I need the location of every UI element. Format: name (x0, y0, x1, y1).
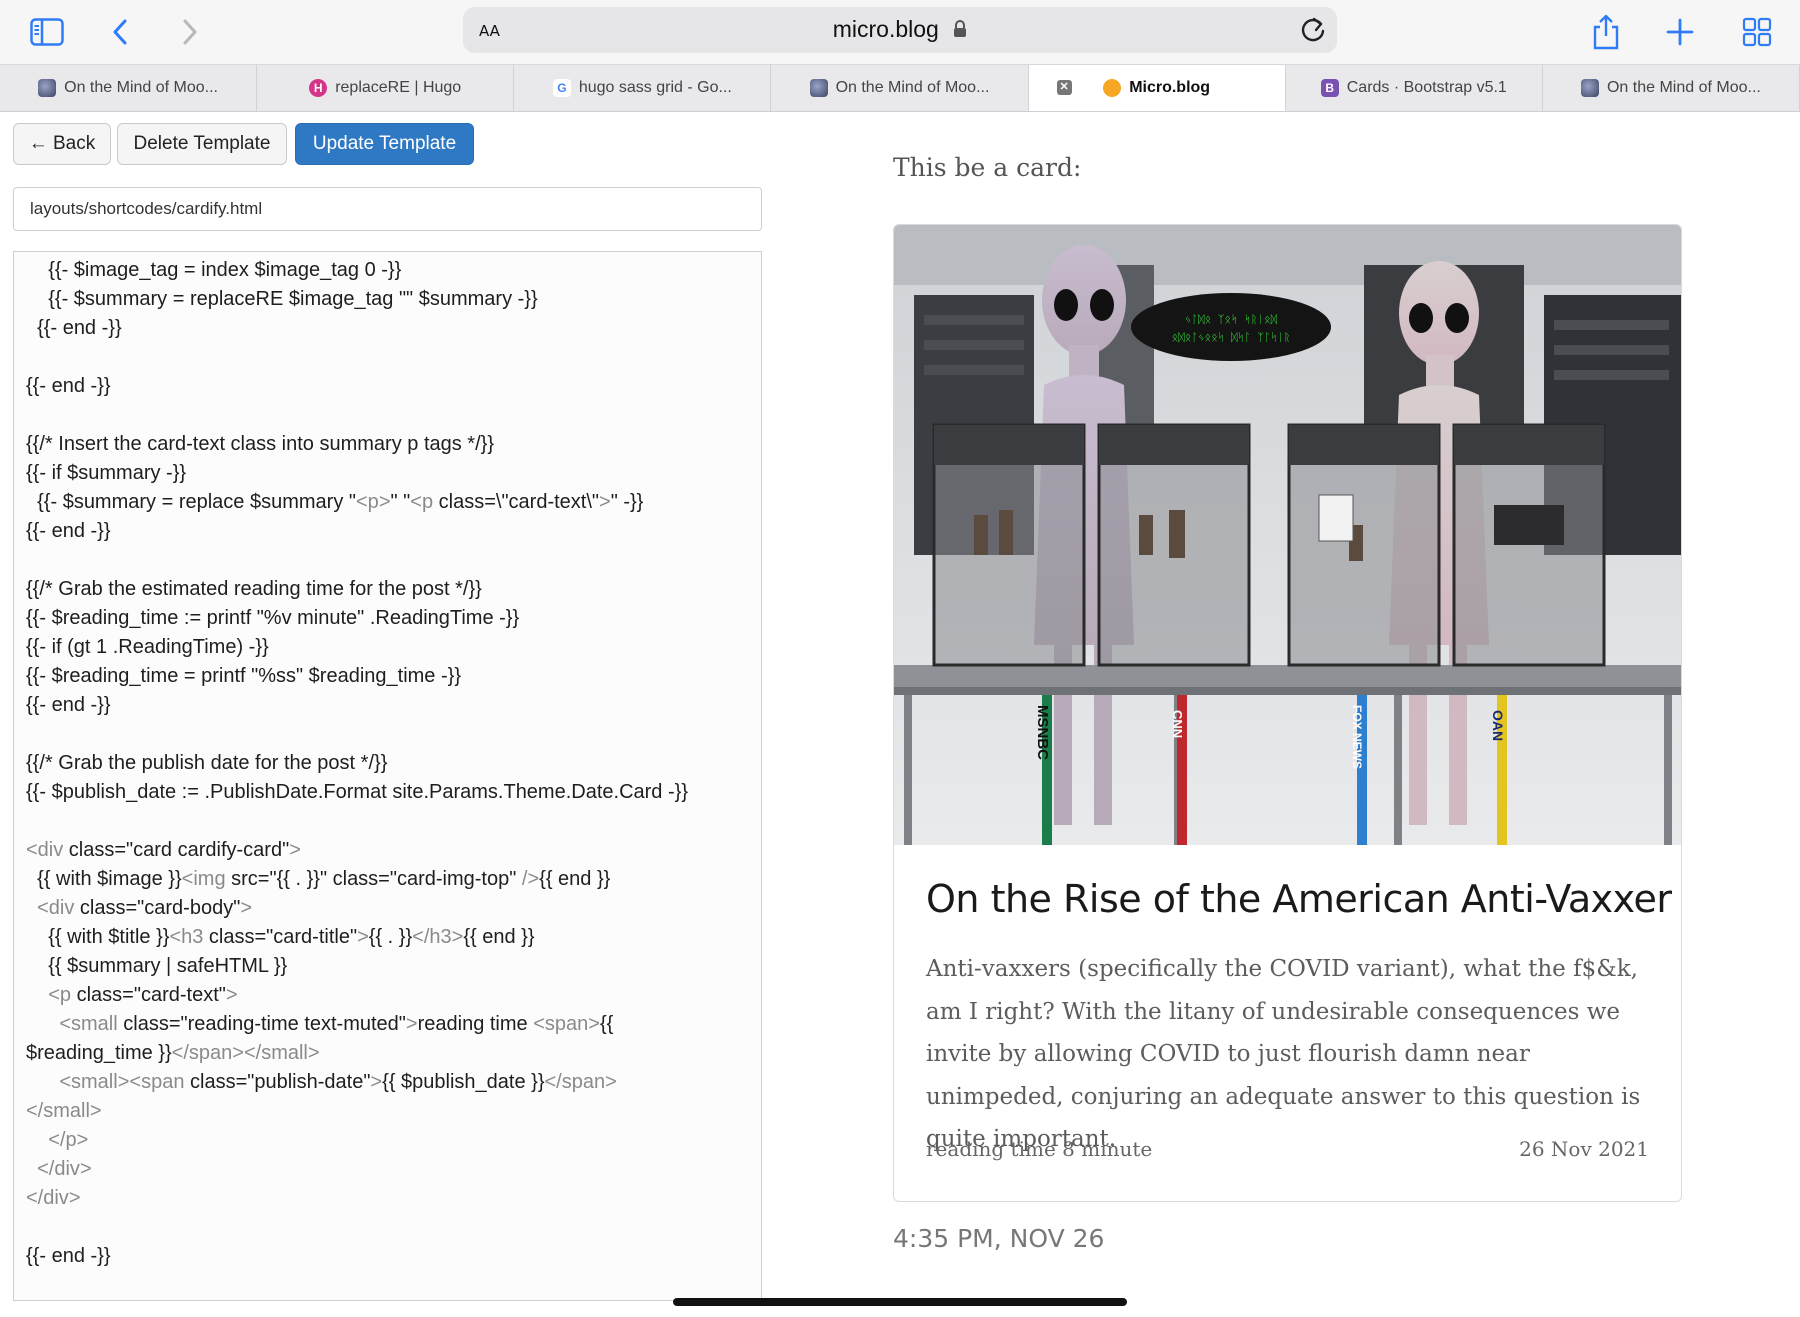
code-line: {{- end -}} (26, 694, 111, 716)
browser-toolbar: AA micro.blog (0, 0, 1800, 64)
code-line: {{- $reading_time := printf "%v minute" … (26, 607, 520, 629)
new-tab-icon[interactable] (1660, 12, 1700, 52)
code-line: {{- if (gt 1 .ReadingTime) -}} (26, 636, 269, 658)
publish-date: 26 Nov 2021 (1519, 1137, 1649, 1161)
close-tab-icon[interactable]: ✕ (1056, 80, 1072, 95)
bootstrap-icon: B (1320, 79, 1339, 97)
reading-time: reading time 8 minute (926, 1137, 1153, 1161)
code-line: {{- $summary = replaceRE $image_tag "" $… (26, 288, 538, 310)
share-icon[interactable] (1586, 12, 1626, 52)
google-icon: G (552, 79, 571, 97)
code-line: </div> (26, 1187, 81, 1209)
tab-5[interactable]: B Cards · Bootstrap v5.1 (1286, 65, 1543, 111)
card-image-label-oan: OAN (1490, 710, 1506, 741)
address-bar[interactable]: AA micro.blog (463, 7, 1337, 53)
template-path-input[interactable]: layouts/shortcodes/cardify.html (13, 187, 762, 231)
tab-bar: On the Mind of Moo... HreplaceRE | Hugo Gh… (0, 64, 1800, 112)
code-line: {{- $image_tag = index $image_tag 0 -}} (26, 259, 402, 281)
tab-label: On the Mind of Moo... (64, 79, 218, 96)
tab-2[interactable]: Ghugo sass grid - Go... (514, 65, 772, 111)
code-line: </small> (26, 1100, 102, 1122)
card-image-label-msnbc: MSNBC (1034, 705, 1051, 760)
tab-3[interactable]: On the Mind of Moo... (771, 65, 1029, 111)
code-line: {{ with $title }}<h3 class="card-title">… (26, 926, 535, 948)
card-text: Anti-vaxxers (specifically the COVID var… (926, 956, 1641, 1152)
code-line: </div> (37, 1158, 92, 1180)
tab-label: On the Mind of Moo... (1606, 79, 1761, 96)
code-line: {{- end -}} (26, 520, 111, 542)
preview-lead-text: This be a card: (893, 153, 1082, 182)
moon-icon (1580, 79, 1599, 97)
card-image-label-fox: FOX NEWS (1350, 705, 1364, 769)
code-line: {{- $publish_date := .PublishDate.Format… (26, 781, 689, 803)
code-editor[interactable]: {{- $image_tag = index $image_tag 0 -}} … (13, 251, 762, 1301)
post-timestamp[interactable]: 4:35 PM, NOV 26 (893, 1224, 1104, 1253)
card-image-label-cnn: CNN (1170, 710, 1185, 738)
tab-label: Micro.blog (1129, 79, 1211, 96)
code-line: {{- if $summary -}} (26, 462, 187, 484)
code-line: {{- $summary = replace $summary "<p>" "<… (26, 491, 644, 513)
preview-card: ᛃᛚᛞᛟ ᛉᛟᛋ ᛋᚱᛁᛟᛞ ᛟᛞᛟᛚᛃᛟᛟᛋ ᛞᛋᛚ ᛉᛚᛋᛁᚱ MSNBC … (893, 224, 1682, 1202)
code-line: {{/* Grab the publish date for the post … (26, 752, 388, 774)
update-template-button[interactable]: Update Template (295, 123, 474, 165)
tab-0[interactable]: On the Mind of Moo... (0, 65, 258, 111)
url-text: micro.blog (832, 16, 939, 42)
sidebar-toggle-icon[interactable] (27, 12, 67, 52)
delete-template-button[interactable]: Delete Template (117, 123, 287, 165)
code-line: {{ with $image }}<img src="{{ . }}" clas… (26, 868, 611, 890)
tab-overview-icon[interactable] (1737, 12, 1777, 52)
code-line: {{ $summary | safeHTML }} (26, 955, 288, 977)
code-content[interactable]: {{- $image_tag = index $image_tag 0 -}} … (26, 256, 756, 1271)
tab-1[interactable]: HreplaceRE | Hugo (257, 65, 515, 111)
card-title[interactable]: On the Rise of the American Anti-Vaxxer (926, 877, 1672, 921)
forward-nav-icon[interactable] (170, 12, 210, 52)
code-line: </p> (48, 1129, 89, 1151)
code-line: {{- end -}} (26, 1245, 111, 1267)
svg-text:ᛟᛞᛟᛚᛃᛟᛟᛋ ᛞᛋᛚ ᛉᛚᛋᛁᚱ: ᛟᛞᛟᛚᛃᛟᛟᛋ ᛞᛋᛚ ᛉᛚᛋᛁᚱ (1172, 331, 1291, 344)
code-line: $reading_time }}</span></small> (26, 1042, 320, 1064)
lock-icon (953, 17, 967, 44)
code-line: {{- $reading_time = printf "%ss" $readin… (26, 665, 461, 687)
hugo-icon: H (309, 79, 328, 97)
code-line: <small><span class="publish-date">{{ $pu… (59, 1071, 617, 1093)
tab-label: Cards · Bootstrap v5.1 (1346, 79, 1507, 96)
code-line: <div class="card-body"> (37, 897, 252, 919)
card-image: ᛃᛚᛞᛟ ᛉᛟᛋ ᛋᚱᛁᛟᛞ ᛟᛞᛟᛚᛃᛟᛟᛋ ᛞᛋᛚ ᛉᛚᛋᛁᚱ MSNBC … (894, 225, 1681, 845)
code-line: <div class="card cardify-card"> (26, 839, 301, 861)
code-line: <small class="reading-time text-muted">r… (59, 1013, 614, 1035)
moon-icon (809, 79, 828, 97)
back-button[interactable]: ← Back (13, 123, 111, 165)
code-line: {{/* Insert the card-text class into sum… (26, 433, 494, 455)
moon-icon (38, 79, 57, 97)
reload-icon[interactable] (1299, 15, 1327, 50)
code-line: <p class="card-text"> (48, 984, 238, 1006)
back-nav-icon[interactable] (100, 12, 140, 52)
tab-6[interactable]: On the Mind of Moo... (1543, 65, 1800, 111)
tab-label: hugo sass grid - Go... (578, 79, 732, 96)
tab-label: On the Mind of Moo... (835, 79, 990, 96)
home-indicator[interactable] (673, 1298, 1127, 1306)
tab-label: replaceRE | Hugo (335, 79, 462, 96)
svg-text:ᛃᛚᛞᛟ ᛉᛟᛋ ᛋᚱᛁᛟᛞ: ᛃᛚᛞᛟ ᛉᛟᛋ ᛋᚱᛁᛟᛞ (1185, 313, 1278, 326)
code-line: {{- end -}} (26, 375, 111, 397)
tab-4[interactable]: ✕ Micro.blog (1028, 65, 1286, 111)
microblog-icon (1103, 79, 1122, 97)
code-line: {{- end -}} (26, 317, 122, 339)
code-line: {{/* Grab the estimated reading time for… (26, 578, 482, 600)
